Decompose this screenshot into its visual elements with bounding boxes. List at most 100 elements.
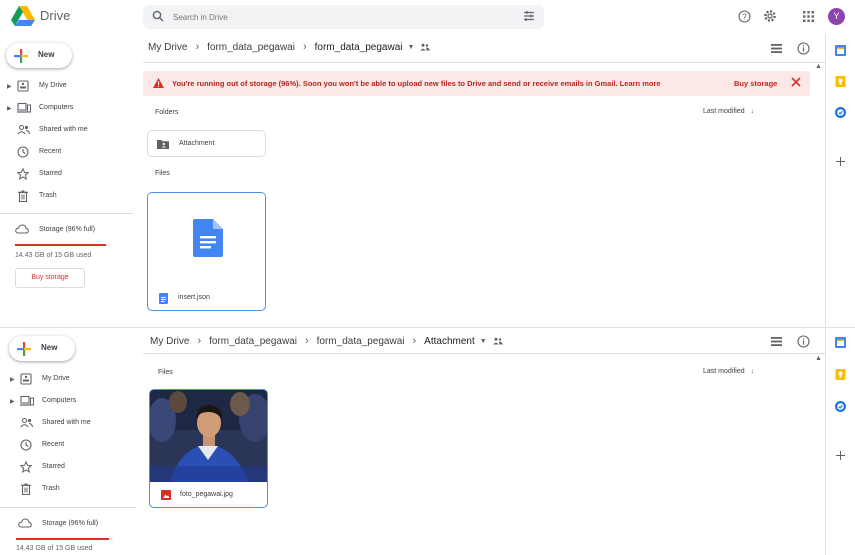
sidebar-item-my-drive[interactable]: ▶ My Drive: [7, 78, 132, 96]
keep-icon[interactable]: [835, 76, 846, 87]
search-options-icon[interactable]: [523, 10, 535, 22]
sort-label: Last modified: [703, 108, 745, 115]
drive-logo-icon[interactable]: [11, 6, 35, 26]
sort-last-modified[interactable]: Last modified ↓: [703, 108, 754, 115]
sidebar-item-trash[interactable]: Trash: [7, 188, 132, 206]
new-button[interactable]: New: [6, 43, 72, 68]
sidebar-item-label: My Drive: [39, 82, 67, 89]
shared-icon: [17, 124, 30, 136]
right-side-panel: [825, 34, 855, 327]
expand-caret-icon[interactable]: ▶: [10, 398, 15, 405]
expand-caret-icon[interactable]: ▶: [7, 83, 12, 90]
tasks-icon[interactable]: [835, 107, 846, 118]
computers-icon: [20, 395, 34, 407]
storage-label: Storage (96% full): [42, 520, 99, 527]
search-icon[interactable]: [152, 10, 164, 22]
help-icon[interactable]: ?: [738, 10, 751, 23]
sidebar-item-my-drive[interactable]: ▶ My Drive: [10, 371, 135, 389]
shared-folder-icon: [420, 43, 431, 51]
add-addon-plus-icon[interactable]: [835, 156, 846, 167]
storage-label: Storage (96% full): [39, 226, 96, 233]
shared-folder-icon: [157, 139, 169, 149]
info-icon[interactable]: [797, 335, 810, 348]
sidebar-item-shared-with-me[interactable]: Shared with me: [7, 122, 132, 140]
sidebar-item-starred[interactable]: Starred: [7, 166, 132, 184]
storage-progress-bar: [16, 538, 113, 540]
breadcrumb-current-folder[interactable]: Attachment: [424, 336, 475, 347]
breadcrumb-my-drive[interactable]: My Drive: [148, 42, 187, 53]
file-name: foto_pegawai.jpg: [180, 491, 233, 498]
user-avatar[interactable]: Y: [828, 8, 845, 25]
expand-caret-icon[interactable]: ▶: [7, 105, 12, 112]
files-section-label: Files: [155, 170, 170, 177]
calendar-icon[interactable]: [835, 45, 846, 56]
cloud-icon: [15, 224, 29, 234]
keep-icon[interactable]: [835, 369, 846, 380]
tasks-icon[interactable]: [835, 401, 846, 412]
plus-icon: [17, 342, 31, 356]
breadcrumb: My Drive › form_data_pegawai › form_data…: [150, 335, 503, 347]
sidebar-item-computers[interactable]: ▶ Computers: [10, 393, 135, 411]
sidebar-item-label: Recent: [39, 148, 62, 155]
expand-caret-icon[interactable]: ▶: [10, 376, 15, 383]
dropdown-arrow-icon[interactable]: ▼: [407, 44, 414, 51]
scroll-up-arrow-icon[interactable]: ▲: [815, 63, 822, 70]
header-divider: [143, 353, 825, 354]
list-view-icon[interactable]: [771, 44, 782, 53]
chevron-right-icon: ›: [195, 41, 200, 53]
breadcrumb-current-folder[interactable]: form_data_pegawai: [315, 42, 403, 53]
buy-storage-button[interactable]: Buy storage: [15, 268, 85, 288]
info-icon[interactable]: [797, 42, 810, 55]
sidebar-item-shared-with-me[interactable]: Shared with me: [10, 415, 135, 433]
my-drive-icon: [20, 373, 32, 385]
top-header: Drive ? Y: [0, 0, 855, 34]
sidebar-item-recent[interactable]: Recent: [10, 437, 135, 455]
right-side-panel: [825, 327, 855, 555]
folders-section-label: Folders: [155, 109, 179, 116]
calendar-icon[interactable]: [835, 337, 846, 348]
sidebar-divider: [0, 507, 136, 508]
file-card[interactable]: insert.json: [147, 192, 266, 311]
add-addon-plus-icon[interactable]: [835, 450, 846, 461]
sidebar-item-trash[interactable]: Trash: [10, 481, 135, 499]
breadcrumb-my-drive[interactable]: My Drive: [150, 336, 189, 347]
sidebar-item-starred[interactable]: Starred: [10, 459, 135, 477]
sidebar-item-label: Trash: [39, 192, 57, 199]
learn-more-link[interactable]: Learn more: [620, 79, 661, 88]
google-docs-icon: [193, 219, 223, 257]
breadcrumb-folder[interactable]: form_data_pegawai: [317, 336, 405, 347]
new-button-label: New: [38, 50, 55, 59]
sidebar-item-label: Starred: [39, 170, 62, 177]
app-title: Drive: [40, 8, 71, 23]
close-icon[interactable]: [790, 76, 802, 88]
dropdown-arrow-icon[interactable]: ▼: [480, 338, 487, 345]
alert-buy-storage-link[interactable]: Buy storage: [734, 79, 777, 88]
file-card[interactable]: foto_pegawai.jpg: [149, 389, 268, 508]
sort-arrow-down-icon[interactable]: ↓: [751, 108, 755, 115]
sidebar-item-label: Computers: [42, 397, 77, 404]
alert-text: You're running out of storage (96%). Soo…: [172, 79, 618, 88]
scroll-up-arrow-icon[interactable]: ▲: [815, 355, 822, 362]
sidebar-item-recent[interactable]: Recent: [7, 144, 132, 162]
apps-grid-icon[interactable]: [803, 11, 814, 22]
files-section-label: Files: [158, 369, 173, 376]
sidebar-item-label: Shared with me: [42, 419, 91, 426]
folder-card[interactable]: Attachment: [147, 130, 266, 157]
doc-type-icon: [159, 293, 168, 304]
breadcrumb-folder[interactable]: form_data_pegawai: [209, 336, 297, 347]
sort-label: Last modified: [703, 368, 745, 375]
search-input[interactable]: [173, 8, 503, 26]
settings-gear-icon[interactable]: [763, 9, 777, 23]
breadcrumb-folder[interactable]: form_data_pegawai: [207, 42, 295, 53]
list-view-icon[interactable]: [771, 337, 782, 346]
sidebar-item-label: Starred: [42, 463, 65, 470]
sidebar-item-label: Computers: [39, 104, 74, 111]
sort-last-modified[interactable]: Last modified ↓: [703, 368, 754, 375]
image-file-icon: [161, 490, 171, 500]
shared-folder-icon: [492, 337, 503, 345]
sidebar-item-computers[interactable]: ▶ Computers: [7, 100, 132, 118]
new-button[interactable]: New: [9, 336, 75, 361]
breadcrumb: My Drive › form_data_pegawai › form_data…: [148, 41, 431, 53]
search-bar[interactable]: [143, 5, 544, 29]
sort-arrow-down-icon[interactable]: ↓: [751, 368, 755, 375]
